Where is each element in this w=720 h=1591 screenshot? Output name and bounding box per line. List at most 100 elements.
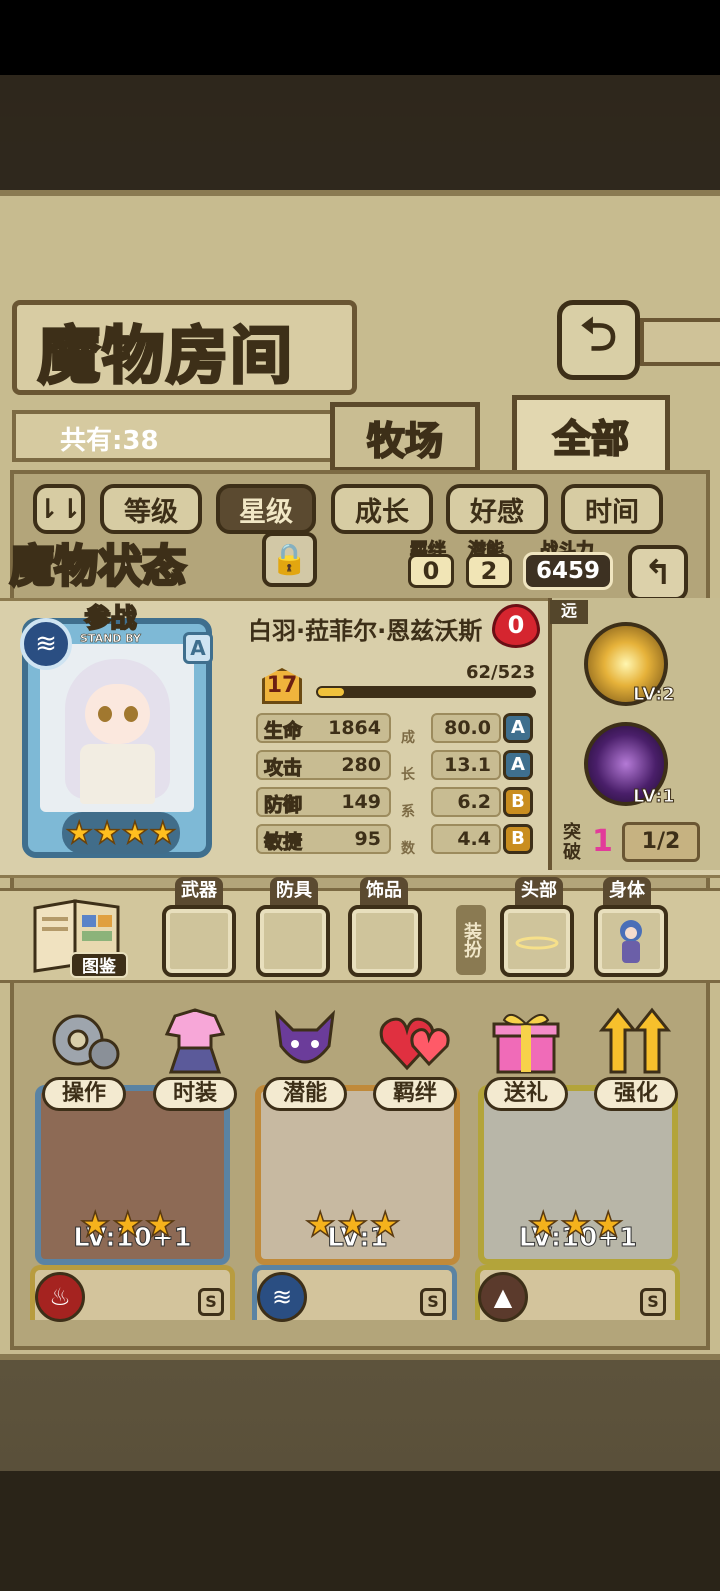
portrait-eye [124,706,138,722]
star-icon: ★ [93,815,121,852]
star-icon: ★ [560,1204,592,1246]
growth-char: 成 [401,730,415,746]
break-progress[interactable]: 1/2 [622,822,700,862]
star-icon: ★ [337,1204,369,1246]
rank-badge: S [198,1288,224,1316]
stat-label: 生命 [263,720,303,743]
codex-label: 图鉴 [70,952,128,978]
bond-label: 羁绊 [373,1077,457,1111]
standby-subtext: STAND BY [80,632,142,646]
growth-value: 4.4 [431,824,501,854]
halo-icon [515,936,559,950]
growth-char: 数 [401,841,415,857]
background-top-shade [0,75,720,190]
rank-badge: S [420,1288,446,1316]
character-name: 白羽·菈菲尔·恩兹沃斯 [248,616,483,645]
earth-element-icon: ▲ [478,1272,528,1322]
break-label: 突破 [563,822,581,863]
lock-icon: 🔒 [270,542,309,577]
skill-level: LV:2 [633,684,676,706]
bond-button[interactable]: 羁绊 [365,1005,465,1113]
equip-label-accessory: 饰品 [360,877,408,905]
exp-bar [316,686,536,698]
card-stars: ★ ★ ★ [304,1204,401,1246]
operate-label: 操作 [42,1077,126,1111]
gear-icon [44,1005,124,1077]
back-arrow-icon: ⮌ [580,307,617,361]
equip-slot-accessory[interactable] [348,905,422,977]
card-stars: ★ ★ ★ [79,1204,176,1246]
stat-value: 1864 [328,717,381,739]
sort-time-button[interactable]: 时间 [561,484,663,534]
stat-label: 防御 [263,794,303,817]
sort-growth-button[interactable]: 成长 [331,484,433,534]
bottom-background [0,1471,720,1591]
equip-slot-head[interactable] [500,905,574,977]
growth-char: 长 [401,767,415,783]
standby-badge: 参战 STAND BY [80,604,142,646]
tab-all[interactable]: 全部 [512,395,670,475]
growth-value: 6.2 [431,787,501,817]
sort-toggle-button[interactable]: ⇂⇂ [33,484,85,534]
portrait-background [40,644,194,812]
standby-text: 参战 [83,604,137,634]
demon-potential-icon [265,1005,345,1077]
affection-heart-icon[interactable]: 0 [492,604,540,648]
stat-label: 攻击 [263,757,303,780]
star-icon: ★ [527,1204,559,1246]
stat-agility: 敏捷 95 [256,824,391,854]
growth-grade: A [503,713,533,743]
star-icon: ★ [79,1204,111,1246]
outfit-button[interactable]: 时装 [145,1005,245,1113]
monster-count: 共有:38 [60,426,159,456]
exp-text: 62/523 [466,662,536,683]
back-button[interactable]: ⮌ [557,300,640,380]
sort-star-button[interactable]: 星级 [216,484,316,534]
stat-label: 敏捷 [263,831,303,854]
growth-grade: B [503,787,533,817]
status-title: 魔物状态 [9,540,188,594]
range-tag: 远 [550,600,588,624]
hearts-icon [375,1005,455,1077]
lock-button[interactable]: 🔒 [262,532,317,587]
star-icon: ★ [592,1204,624,1246]
return-button[interactable]: ↰ [628,545,688,601]
equip-slot-weapon[interactable] [162,905,236,977]
page-title: 魔物房间 [36,318,295,394]
rank-badge: S [640,1288,666,1316]
tab-ranch[interactable]: 牧场 [330,402,480,472]
star-icon: ★ [304,1204,336,1246]
star-icon: ★ [369,1204,401,1246]
sort-toggle-icon: ⇂⇂ [36,493,82,525]
card-stars: ★ ★ ★ [527,1204,624,1246]
portrait-eye [98,706,112,722]
back-rail [640,318,720,366]
growth-grade: A [503,750,533,780]
stat-value: 149 [341,791,381,813]
operate-button[interactable]: 操作 [34,1005,134,1113]
gift-icon [486,1005,566,1077]
equip-label-body: 身体 [603,877,651,905]
growth-char: 系 [401,804,415,820]
equip-slot-body[interactable] [594,905,668,977]
gift-label: 送礼 [484,1077,568,1111]
stat-value: 280 [341,754,381,776]
growth-value: 80.0 [431,713,501,743]
stat-hp: 生命 1864 [256,713,391,743]
sort-affection-button[interactable]: 好感 [446,484,548,534]
stat-value: 95 [354,828,381,850]
upgrade-arrows-icon [596,1005,676,1077]
upgrade-button[interactable]: 强化 [586,1005,686,1113]
equip-slot-armor[interactable] [256,905,330,977]
return-arrow-icon: ↰ [643,553,673,593]
potential-label: 潜能 [263,1077,347,1111]
sort-level-button[interactable]: 等级 [100,484,202,534]
power-value: 6459 [523,552,613,590]
outfit-icon [155,1005,235,1077]
gift-button[interactable]: 送礼 [476,1005,576,1113]
rank-badge: A [183,632,213,664]
stat-defense: 防御 149 [256,787,391,817]
water-element-icon: ≋ [20,618,72,670]
potential-button[interactable]: 潜能 [255,1005,355,1113]
equip-label-head: 头部 [515,877,563,905]
